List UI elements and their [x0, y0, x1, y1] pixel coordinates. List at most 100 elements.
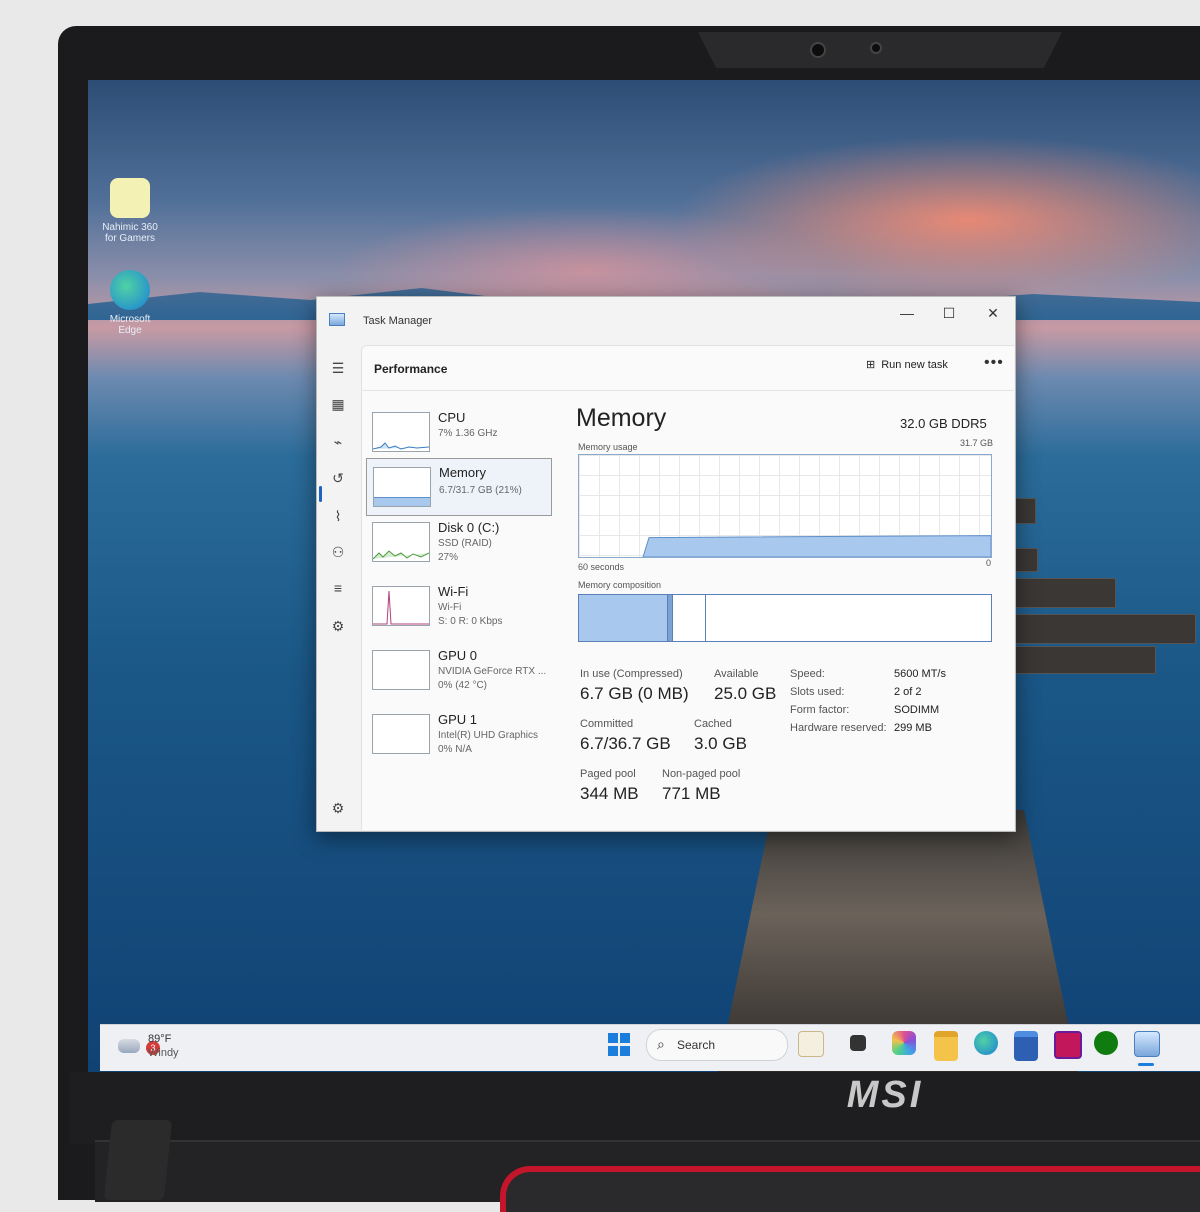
processes-icon[interactable]: ▦	[329, 395, 347, 413]
resource-gpu0[interactable]: GPU 0 NVIDIA GeForce RTX ... 0% (42 °C)	[366, 642, 550, 698]
cached-value: 3.0 GB	[694, 734, 747, 753]
brand-logo: MSI	[846, 1073, 924, 1116]
resource-memory[interactable]: Memory 6.7/31.7 GB (21%)	[366, 458, 552, 516]
task-manager-icon[interactable]	[1134, 1031, 1160, 1057]
run-new-task-button[interactable]: ⊞ Run new task	[866, 358, 948, 372]
memory-composition-bar	[578, 594, 992, 642]
desktop-icon-edge[interactable]: Microsoft Edge	[98, 270, 162, 336]
app-icon[interactable]	[1054, 1031, 1082, 1059]
wallpaper-post	[1014, 498, 1036, 524]
more-options-button[interactable]: •••	[984, 354, 1004, 372]
cpu-thumbnail	[372, 412, 430, 452]
weather-condition: Windy	[148, 1047, 179, 1059]
wallpaper-post	[1014, 614, 1196, 644]
resource-name: Memory	[439, 465, 486, 480]
in-use-label: In use (Compressed)	[580, 668, 683, 680]
app-history-icon[interactable]: ↺	[329, 469, 347, 487]
available-value: 25.0 GB	[714, 684, 777, 703]
file-explorer-icon[interactable]	[934, 1031, 958, 1061]
wifi-sparkline	[373, 590, 429, 625]
desktop-icon-label: Nahimic 360 for Gamers	[102, 222, 158, 244]
run-task-icon: ⊞	[866, 359, 876, 371]
desktop-icon-label: Microsoft Edge	[109, 314, 151, 336]
resource-detail: Intel(R) UHD Graphics	[438, 730, 539, 741]
memory-spec: 32.0 GB DDR5	[900, 416, 987, 431]
memory-thumb-fill	[374, 497, 430, 506]
start-icon-tile	[608, 1033, 618, 1043]
store-icon[interactable]	[1014, 1031, 1038, 1061]
resource-cpu[interactable]: CPU 7% 1.36 GHz	[366, 404, 550, 460]
red-vent-accent	[500, 1166, 1200, 1212]
memory-heading: Memory	[576, 404, 667, 432]
performance-icon[interactable]: ⌁	[329, 433, 347, 451]
widgets-icon[interactable]	[798, 1031, 824, 1057]
xbox-icon[interactable]	[1094, 1031, 1118, 1055]
memory-usage-label: Memory usage	[578, 442, 638, 452]
lid-bottom-bezel	[70, 1072, 1200, 1144]
desktop-icon-app[interactable]: Nahimic 360 for Gamers	[98, 178, 162, 244]
close-button[interactable]: ✕	[973, 303, 1013, 323]
resource-detail: Wi-Fi	[438, 602, 462, 613]
memory-thumbnail	[373, 467, 431, 507]
memory-composition-label: Memory composition	[578, 580, 662, 590]
paged-pool-label: Paged pool	[580, 768, 636, 780]
resource-detail-2: 0% (42 °C)	[438, 680, 488, 691]
gpu1-thumbnail	[372, 714, 430, 754]
edge-icon[interactable]	[974, 1031, 998, 1055]
start-icon-tile	[608, 1046, 618, 1056]
task-view-icon[interactable]	[850, 1035, 866, 1051]
window-title: Task Manager	[363, 315, 433, 327]
search-box[interactable]: ⌕ Search	[646, 1029, 788, 1061]
start-icon[interactable]	[608, 1033, 632, 1057]
resource-name: Disk 0 (C:)	[438, 520, 500, 535]
time-axis-label: 60 seconds	[578, 562, 625, 572]
users-icon[interactable]: ⚇	[329, 543, 347, 561]
resource-name: GPU 0	[438, 648, 478, 663]
hamburger-icon[interactable]: ☰	[329, 359, 347, 377]
zero-axis-label: 0	[986, 558, 992, 568]
resource-name: GPU 1	[438, 712, 478, 727]
m365-icon[interactable]	[892, 1031, 916, 1055]
active-indicator	[319, 486, 322, 502]
resource-detail: 7% 1.36 GHz	[438, 428, 498, 439]
webcam-lens	[810, 42, 826, 58]
nav-rail: ☰ ▦ ⌁ ↺ ⌇ ⚇ ≡ ⚙ ⚙	[317, 349, 361, 829]
paged-pool-value: 344 MB	[580, 784, 639, 803]
minimize-button[interactable]: —	[887, 303, 927, 323]
settings-icon[interactable]: ⚙	[329, 799, 347, 817]
resource-detail: NVIDIA GeForce RTX ...	[438, 666, 547, 677]
task-manager-window: Task Manager — ☐ ✕ ☰ ▦ ⌁ ↺ ⌇ ⚇ ≡ ⚙ ⚙ Per…	[316, 296, 1016, 832]
wallpaper-post	[1014, 646, 1156, 674]
search-icon: ⌕	[657, 1036, 665, 1052]
resource-wifi[interactable]: Wi-Fi Wi-Fi S: 0 R: 0 Kbps	[366, 578, 550, 634]
resource-detail-2: 27%	[438, 552, 459, 563]
maximize-button[interactable]: ☐	[929, 303, 969, 323]
edge-icon	[110, 270, 150, 310]
details-icon[interactable]: ≡	[329, 579, 347, 597]
temperature: 89°F	[148, 1033, 172, 1045]
startup-icon[interactable]: ⌇	[329, 507, 347, 525]
resource-detail: 6.7/31.7 GB (21%)	[439, 485, 522, 496]
composition-in-use	[579, 595, 668, 641]
resource-detail-2: 0% N/A	[438, 744, 472, 755]
hardware-reserved-label: Hardware reserved:	[790, 722, 887, 734]
form-factor-label: Form factor:	[790, 704, 850, 716]
resource-name: Wi-Fi	[438, 584, 469, 599]
wifi-thumbnail	[372, 586, 430, 626]
resource-detail-2: S: 0 R: 0 Kbps	[438, 616, 503, 627]
app-shortcut-icon	[110, 178, 150, 218]
slots-used-label: Slots used:	[790, 686, 845, 698]
webcam-bar	[698, 32, 1062, 68]
committed-label: Committed	[580, 718, 634, 730]
header-divider	[362, 390, 1014, 391]
in-use-value: 6.7 GB (0 MB)	[580, 684, 689, 703]
resource-name: CPU	[438, 410, 466, 425]
services-icon[interactable]: ⚙	[329, 617, 347, 635]
non-paged-pool-value: 771 MB	[662, 784, 721, 803]
disk-sparkline	[373, 550, 429, 560]
resource-gpu1[interactable]: GPU 1 Intel(R) UHD Graphics 0% N/A	[366, 706, 550, 762]
search-placeholder: Search	[677, 1038, 716, 1052]
disk-thumbnail	[372, 522, 430, 562]
active-app-indicator	[1138, 1063, 1154, 1066]
resource-disk[interactable]: Disk 0 (C:) SSD (RAID) 27%	[366, 514, 550, 570]
